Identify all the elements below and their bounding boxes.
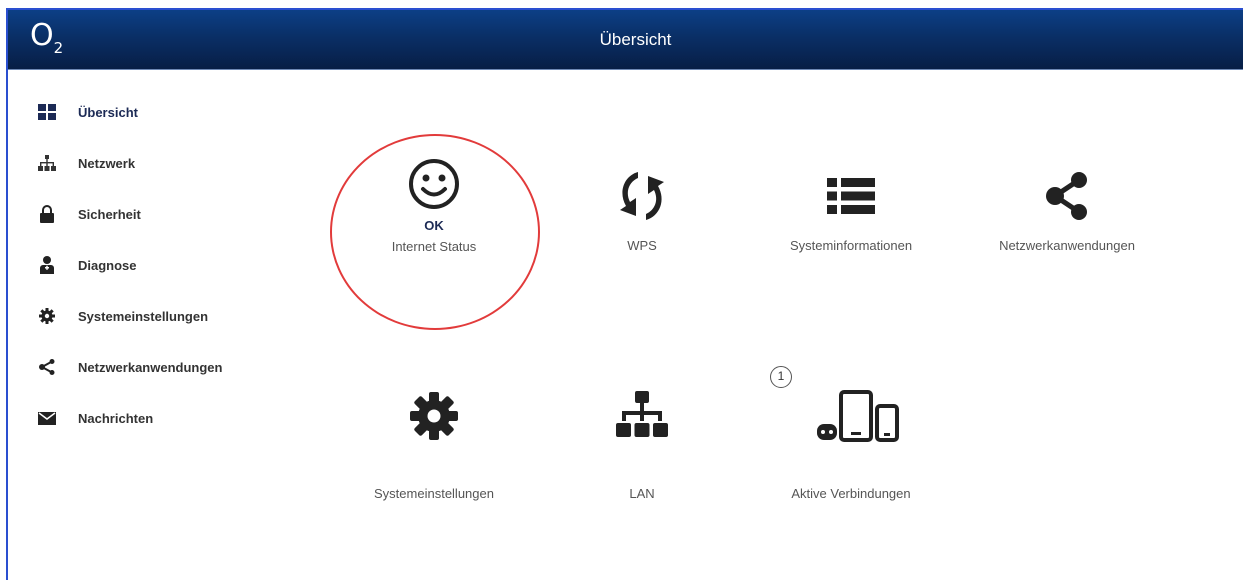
tile-label: Internet Status: [391, 239, 477, 254]
tile-lan[interactable]: LAN: [542, 380, 742, 501]
tile-label: Systeminformationen: [789, 238, 913, 253]
tile-label: WPS: [627, 238, 657, 253]
sidebar-item-diagnose[interactable]: Diagnose: [38, 253, 298, 277]
tile-systemeinstellungen[interactable]: Systemeinstellungen: [334, 380, 534, 501]
lock-icon: [38, 205, 56, 223]
sidebar-item-uebersicht[interactable]: Übersicht: [38, 100, 298, 124]
tile-internet-status[interactable]: OK Internet Status: [334, 156, 534, 254]
tile-netzwerkanwendungen[interactable]: Netzwerkanwendungen: [967, 160, 1167, 253]
share-icon: [967, 160, 1167, 232]
tile-wps[interactable]: WPS: [542, 160, 742, 253]
tile-label: LAN: [629, 486, 655, 501]
sidebar-item-label: Netzwerk: [78, 155, 136, 171]
tile-label: Netzwerkanwendungen: [999, 238, 1135, 253]
sidebar-item-label: Übersicht: [78, 104, 138, 120]
app-frame: O2 Übersicht Übersicht Netzwerk Sicherhe…: [6, 8, 1243, 580]
tile-aktive-verbindungen[interactable]: Aktive Verbindungen: [751, 380, 951, 501]
gear-icon: [334, 380, 534, 452]
internet-status-value: OK: [424, 218, 444, 233]
share-icon: [38, 358, 56, 376]
diagnose-icon: [38, 256, 56, 274]
tile-label: Aktive Verbindungen: [791, 486, 911, 501]
tile-systeminformationen[interactable]: Systeminformationen: [751, 160, 951, 253]
sidebar-item-netzwerkanwendungen[interactable]: Netzwerkanwendungen: [38, 355, 298, 379]
tile-label: Systemeinstellungen: [374, 486, 494, 501]
sidebar-item-netzwerk[interactable]: Netzwerk: [38, 151, 298, 175]
wps-icon: [542, 160, 742, 232]
sidebar-item-sicherheit[interactable]: Sicherheit: [38, 202, 298, 226]
header-bar: O2 Übersicht: [8, 10, 1243, 70]
envelope-icon: [38, 409, 56, 427]
sidebar-item-label: Netzwerkanwendungen: [78, 359, 223, 375]
sidebar-item-label: Systemeinstellungen: [78, 308, 209, 324]
sidebar-item-label: Nachrichten: [78, 410, 154, 426]
page-title: Übersicht: [599, 30, 672, 49]
sidebar-item-label: Sicherheit: [78, 206, 141, 222]
smiley-icon: [334, 156, 534, 212]
sidebar-item-label: Diagnose: [78, 257, 137, 273]
network-icon: [542, 380, 742, 452]
list-icon: [751, 160, 951, 232]
sidebar-item-systemeinstellungen[interactable]: Systemeinstellungen: [38, 304, 298, 328]
gear-icon: [38, 307, 56, 325]
sidebar-item-nachrichten[interactable]: Nachrichten: [38, 406, 298, 430]
devices-icon: [751, 380, 951, 452]
network-icon: [38, 154, 56, 172]
dashboard-icon: [38, 103, 56, 121]
sidebar: Übersicht Netzwerk Sicherheit Diagnose S…: [38, 100, 298, 457]
